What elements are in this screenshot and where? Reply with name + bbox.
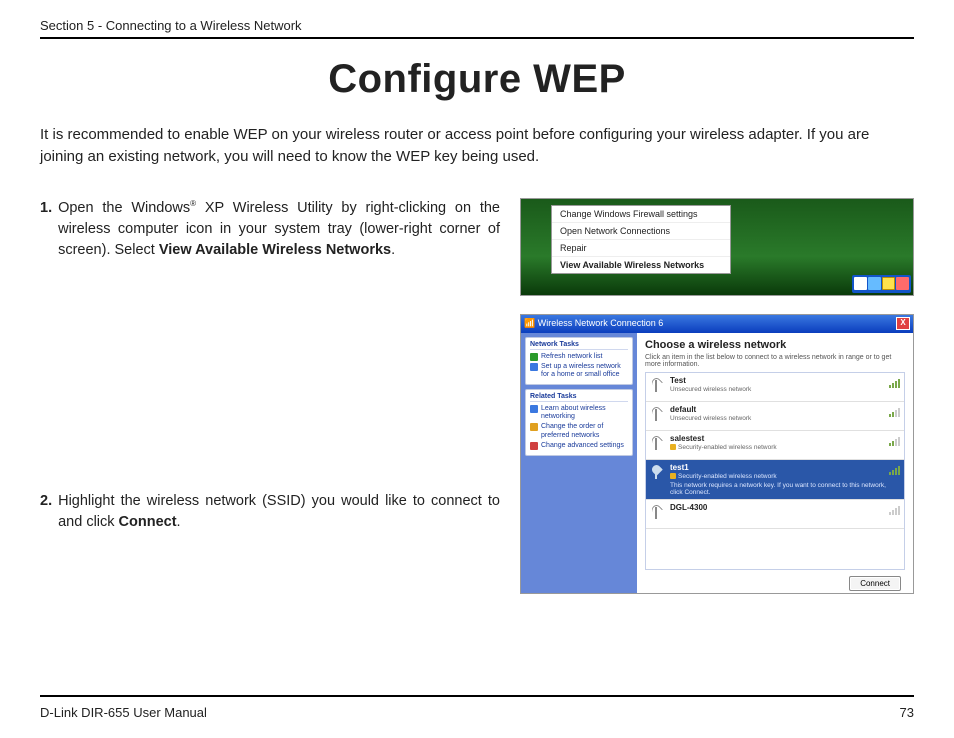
network-list: TestUnsecured wireless network defaultUn… <box>645 372 905 570</box>
signal-bars-icon <box>889 437 900 446</box>
network-item-salestest[interactable]: salestestSecurity-enabled wireless netwo… <box>646 431 904 460</box>
tray-icon[interactable] <box>868 277 881 290</box>
network-item-default[interactable]: defaultUnsecured wireless network <box>646 402 904 431</box>
step-1-text: Open the Windows® XP Wireless Utility by… <box>58 198 500 261</box>
step-1-number: 1. <box>40 198 52 261</box>
ssid-label: DGL-4300 <box>670 503 900 512</box>
star-icon <box>530 423 538 431</box>
network-item-test[interactable]: TestUnsecured wireless network <box>646 373 904 402</box>
system-tray <box>852 275 911 293</box>
antenna-icon <box>650 463 666 485</box>
info-icon <box>530 405 538 413</box>
security-label: Unsecured wireless network <box>670 415 900 422</box>
antenna-icon <box>650 405 666 427</box>
security-text: Security-enabled wireless network <box>678 444 777 451</box>
intro-text: It is recommended to enable WEP on your … <box>40 124 914 168</box>
connect-row: Connect <box>645 570 905 591</box>
network-tasks-header: Network Tasks <box>530 341 628 350</box>
network-key-hint: This network requires a network key. If … <box>670 482 900 496</box>
security-label: Security-enabled wireless network <box>670 473 900 480</box>
screenshot-context-menu: Change Windows Firewall settings Open Ne… <box>520 198 914 296</box>
network-tasks-box: Network Tasks Refresh network list Set u… <box>525 337 633 385</box>
task-change-order-label: Change the order of preferred networks <box>541 423 628 440</box>
related-tasks-box: Related Tasks Learn about wireless netwo… <box>525 389 633 456</box>
task-learn[interactable]: Learn about wireless networking <box>530 404 628 423</box>
menu-item-view-networks[interactable]: View Available Wireless Networks <box>552 257 730 273</box>
antenna-icon <box>650 434 666 456</box>
task-refresh-label: Refresh network list <box>541 353 602 361</box>
signal-bars-icon <box>889 408 900 417</box>
dialog-titlebar: 📶 Wireless Network Connection 6 X <box>521 315 913 333</box>
step-2: 2. Highlight the wireless network (SSID)… <box>40 491 500 533</box>
network-item-dgl4300[interactable]: DGL-4300 <box>646 500 904 529</box>
close-button[interactable]: X <box>896 317 910 330</box>
ssid-label: test1 <box>670 463 900 472</box>
ssid-label: default <box>670 405 900 414</box>
task-change-advanced[interactable]: Change advanced settings <box>530 441 628 451</box>
ssid-label: salestest <box>670 434 900 443</box>
security-label: Security-enabled wireless network <box>670 444 900 451</box>
task-setup-label: Set up a wireless network for a home or … <box>541 363 628 380</box>
page-title: Configure WEP <box>40 57 914 102</box>
step-2-number: 2. <box>40 491 52 533</box>
tray-icon[interactable] <box>896 277 909 290</box>
dialog-main: Choose a wireless network Click an item … <box>637 333 913 593</box>
task-refresh[interactable]: Refresh network list <box>530 352 628 362</box>
tray-icon[interactable] <box>854 277 867 290</box>
refresh-icon <box>530 353 538 361</box>
antenna-icon <box>650 376 666 398</box>
connect-button[interactable]: Connect <box>849 576 901 591</box>
step-1-text-a: Open the Windows <box>58 200 190 216</box>
screenshot-wireless-dialog: 📶 Wireless Network Connection 6 X Networ… <box>520 314 914 594</box>
network-item-test1-selected[interactable]: test1Security-enabled wireless network Th… <box>646 460 904 500</box>
security-label: Unsecured wireless network <box>670 386 900 393</box>
step-1-bold: View Available Wireless Networks <box>159 242 391 258</box>
menu-item-open-connections[interactable]: Open Network Connections <box>552 223 730 240</box>
lock-icon <box>670 444 676 450</box>
page-footer: D-Link DIR-655 User Manual 73 <box>40 695 914 720</box>
step-2-bold: Connect <box>119 514 177 530</box>
footer-page-number: 73 <box>900 705 914 720</box>
dialog-title: 📶 Wireless Network Connection 6 <box>524 318 663 329</box>
task-learn-label: Learn about wireless networking <box>541 405 628 422</box>
step-2-text-b: . <box>177 514 181 530</box>
step-1-text-c: . <box>391 242 395 258</box>
menu-item-firewall[interactable]: Change Windows Firewall settings <box>552 206 730 223</box>
lock-icon <box>670 473 676 479</box>
related-tasks-header: Related Tasks <box>530 393 628 402</box>
antenna-icon <box>650 503 666 525</box>
gear-icon <box>530 442 538 450</box>
dialog-sidebar: Network Tasks Refresh network list Set u… <box>521 333 637 593</box>
choose-network-heading: Choose a wireless network <box>645 339 905 351</box>
dialog-title-text: Wireless Network Connection 6 <box>538 318 664 328</box>
ssid-label: Test <box>670 376 900 385</box>
menu-item-repair[interactable]: Repair <box>552 240 730 257</box>
security-text: Security-enabled wireless network <box>678 473 777 480</box>
task-change-order[interactable]: Change the order of preferred networks <box>530 422 628 441</box>
choose-network-subtext: Click an item in the list below to conne… <box>645 354 905 368</box>
tray-context-menu: Change Windows Firewall settings Open Ne… <box>551 205 731 274</box>
signal-bars-icon <box>889 506 900 515</box>
tray-icon[interactable] <box>882 277 895 290</box>
task-change-advanced-label: Change advanced settings <box>541 442 624 450</box>
step-1: 1. Open the Windows® XP Wireless Utility… <box>40 198 500 261</box>
section-header: Section 5 - Connecting to a Wireless Net… <box>40 18 914 39</box>
step-2-text: Highlight the wireless network (SSID) yo… <box>58 491 500 533</box>
task-setup[interactable]: Set up a wireless network for a home or … <box>530 362 628 381</box>
signal-bars-icon <box>889 379 900 388</box>
signal-bars-icon <box>889 466 900 475</box>
setup-icon <box>530 363 538 371</box>
footer-manual-name: D-Link DIR-655 User Manual <box>40 705 207 720</box>
